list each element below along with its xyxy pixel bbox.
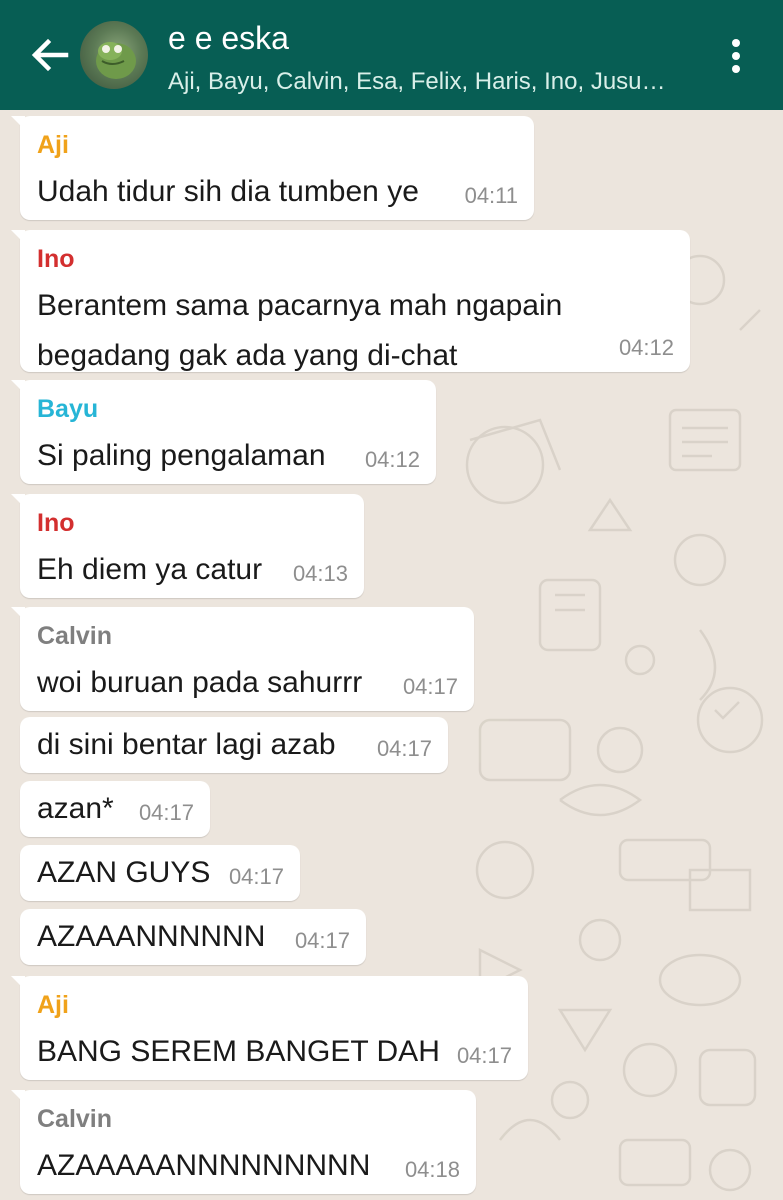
message-sender[interactable]: Ino [37, 245, 75, 274]
message-bubble[interactable]: Aji Udah tidur sih dia tumben ye 04:11 [11, 116, 534, 220]
message-bubble[interactable]: AZAN GUYS 04:17 [20, 845, 300, 901]
message-sender[interactable]: Aji [37, 991, 69, 1020]
bubble-tail [11, 607, 25, 621]
more-vertical-icon[interactable] [722, 36, 750, 76]
bubble-tail [11, 230, 25, 244]
message-timestamp: 04:17 [294, 928, 350, 953]
message-bubble[interactable]: Calvin AZAAAAANNNNNNNNN 04:18 [11, 1090, 476, 1194]
arrow-left-icon[interactable] [28, 34, 70, 76]
message-bubble[interactable]: azan* 04:17 [20, 781, 210, 837]
message-text: azan* [37, 792, 114, 825]
message-text: AZAAANNNNNN [37, 920, 266, 953]
message-text: woi buruan pada sahurrr [37, 666, 363, 699]
message-text: Udah tidur sih dia tumben ye [37, 175, 419, 208]
message-sender[interactable]: Bayu [37, 395, 98, 424]
message-sender[interactable]: Calvin [37, 1105, 112, 1134]
message-bubble[interactable]: Aji BANG SEREM BANGET DAH 04:17 [11, 976, 528, 1080]
message-text: di sini bentar lagi azab [37, 728, 336, 761]
chat-area[interactable]: Aji Udah tidur sih dia tumben ye 04:11 Ino B… [0, 110, 783, 1200]
message-text: BANG SEREM BANGET DAH [37, 1035, 440, 1068]
group-title[interactable]: e e eska [168, 20, 289, 57]
message-timestamp: 04:12 [364, 447, 420, 472]
message-timestamp: 04:17 [228, 864, 284, 889]
message-sender[interactable]: Calvin [37, 622, 112, 651]
message-text: Si paling pengalaman [37, 439, 326, 472]
message-bubble[interactable]: Calvin woi buruan pada sahurrr 04:17 [11, 607, 474, 711]
bubble-tail [11, 976, 25, 990]
message-bubble[interactable]: Bayu Si paling pengalaman 04:12 [11, 380, 436, 484]
message-bubble[interactable]: di sini bentar lagi azab 04:17 [20, 717, 448, 773]
bubble-tail [11, 494, 25, 508]
message-timestamp: 04:11 [464, 183, 518, 208]
group-avatar[interactable] [80, 21, 148, 89]
message-text: Berantem sama pacarnya mah ngapain [37, 289, 563, 322]
message-sender[interactable]: Aji [37, 131, 69, 160]
message-timestamp: 04:17 [402, 674, 458, 699]
message-text: AZAAAAANNNNNNNNN [37, 1149, 371, 1182]
bubble-tail [11, 116, 25, 130]
message-bubble[interactable]: Ino Eh diem ya catur 04:13 [11, 494, 364, 598]
chat-header: e e eska Aji, Bayu, Calvin, Esa, Felix, … [0, 0, 783, 110]
message-timestamp: 04:12 [618, 335, 674, 360]
message-bubble[interactable]: Ino Berantem sama pacarnya mah ngapain beg… [11, 230, 690, 372]
message-text: Eh diem ya catur [37, 553, 263, 586]
group-members[interactable]: Aji, Bayu, Calvin, Esa, Felix, Haris, In… [168, 68, 680, 96]
message-timestamp: 04:17 [376, 736, 432, 761]
message-text: begadang gak ada yang di-chat [37, 339, 458, 372]
message-sender[interactable]: Ino [37, 509, 75, 538]
message-timestamp: 04:17 [456, 1043, 512, 1068]
bubble-tail [11, 380, 25, 394]
message-timestamp: 04:18 [404, 1157, 460, 1182]
message-timestamp: 04:17 [138, 800, 194, 825]
message-text: AZAN GUYS [37, 856, 211, 889]
bubble-tail [11, 1090, 25, 1104]
message-bubble[interactable]: AZAAANNNNNN 04:17 [20, 909, 366, 965]
message-timestamp: 04:13 [292, 561, 348, 586]
